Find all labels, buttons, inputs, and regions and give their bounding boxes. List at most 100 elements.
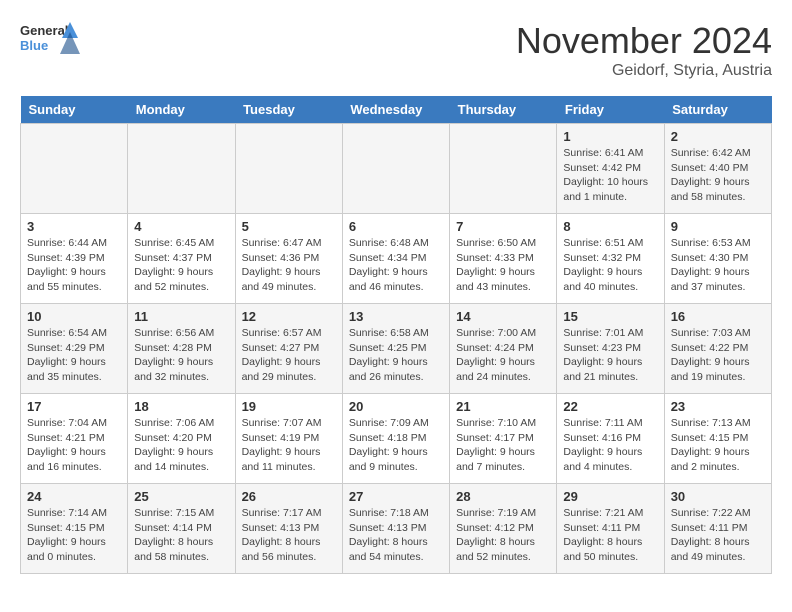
calendar-cell: 24Sunrise: 7:14 AMSunset: 4:15 PMDayligh… bbox=[21, 484, 128, 574]
day-info: Sunrise: 6:42 AMSunset: 4:40 PMDaylight:… bbox=[671, 146, 765, 205]
svg-text:Blue: Blue bbox=[20, 38, 48, 53]
calendar-cell: 13Sunrise: 6:58 AMSunset: 4:25 PMDayligh… bbox=[342, 304, 449, 394]
calendar-cell bbox=[235, 124, 342, 214]
day-info: Sunrise: 7:13 AMSunset: 4:15 PMDaylight:… bbox=[671, 416, 765, 475]
day-number: 3 bbox=[27, 219, 121, 234]
day-number: 15 bbox=[563, 309, 657, 324]
day-number: 5 bbox=[242, 219, 336, 234]
calendar-cell bbox=[342, 124, 449, 214]
day-info: Sunrise: 7:04 AMSunset: 4:21 PMDaylight:… bbox=[27, 416, 121, 475]
day-info: Sunrise: 7:21 AMSunset: 4:11 PMDaylight:… bbox=[563, 506, 657, 565]
day-number: 16 bbox=[671, 309, 765, 324]
day-info: Sunrise: 6:54 AMSunset: 4:29 PMDaylight:… bbox=[27, 326, 121, 385]
day-number: 4 bbox=[134, 219, 228, 234]
day-info: Sunrise: 7:06 AMSunset: 4:20 PMDaylight:… bbox=[134, 416, 228, 475]
day-info: Sunrise: 6:41 AMSunset: 4:42 PMDaylight:… bbox=[563, 146, 657, 205]
calendar-cell bbox=[21, 124, 128, 214]
day-info: Sunrise: 7:18 AMSunset: 4:13 PMDaylight:… bbox=[349, 506, 443, 565]
calendar-cell: 15 Sunrise: 7:01 AMSunset: 4:23 PMDayligh… bbox=[557, 304, 664, 394]
day-number: 27 bbox=[349, 489, 443, 504]
calendar-cell: 11Sunrise: 6:56 AMSunset: 4:28 PMDayligh… bbox=[128, 304, 235, 394]
day-number: 25 bbox=[134, 489, 228, 504]
day-number: 1 bbox=[563, 129, 657, 144]
day-number: 6 bbox=[349, 219, 443, 234]
day-number: 7 bbox=[456, 219, 550, 234]
day-number: 24 bbox=[27, 489, 121, 504]
calendar-cell: 26 Sunrise: 7:17 AMSunset: 4:13 PMDayligh… bbox=[235, 484, 342, 574]
day-number: 14 bbox=[456, 309, 550, 324]
calendar-cell: 5 Sunrise: 6:47 AMSunset: 4:36 PMDaylight… bbox=[235, 214, 342, 304]
day-number: 12 bbox=[242, 309, 336, 324]
location-subtitle: Geidorf, Styria, Austria bbox=[516, 62, 772, 80]
calendar-cell: 16Sunrise: 7:03 AMSunset: 4:22 PMDayligh… bbox=[664, 304, 771, 394]
day-info: Sunrise: 6:47 AMSunset: 4:36 PMDaylight:… bbox=[242, 236, 336, 295]
calendar-cell: 27 Sunrise: 7:18 AMSunset: 4:13 PMDayligh… bbox=[342, 484, 449, 574]
page-header: General Blue November 2024 Geidorf, Styr… bbox=[20, 20, 772, 80]
header-tuesday: Tuesday bbox=[235, 96, 342, 124]
calendar-cell bbox=[128, 124, 235, 214]
calendar-cell: 8 Sunrise: 6:51 AMSunset: 4:32 PMDaylight… bbox=[557, 214, 664, 304]
calendar-cell: 3 Sunrise: 6:44 AMSunset: 4:39 PMDaylight… bbox=[21, 214, 128, 304]
day-info: Sunrise: 6:51 AMSunset: 4:32 PMDaylight:… bbox=[563, 236, 657, 295]
header-wednesday: Wednesday bbox=[342, 96, 449, 124]
calendar-cell: 4 Sunrise: 6:45 AMSunset: 4:37 PMDaylight… bbox=[128, 214, 235, 304]
day-number: 8 bbox=[563, 219, 657, 234]
day-info: Sunrise: 7:17 AMSunset: 4:13 PMDaylight:… bbox=[242, 506, 336, 565]
day-info: Sunrise: 6:53 AMSunset: 4:30 PMDaylight:… bbox=[671, 236, 765, 295]
calendar-cell: 23 Sunrise: 7:13 AMSunset: 4:15 PMDayligh… bbox=[664, 394, 771, 484]
calendar-cell: 21Sunrise: 7:10 AMSunset: 4:17 PMDayligh… bbox=[450, 394, 557, 484]
day-info: Sunrise: 6:58 AMSunset: 4:25 PMDaylight:… bbox=[349, 326, 443, 385]
calendar-cell: 12 Sunrise: 6:57 AMSunset: 4:27 PMDayligh… bbox=[235, 304, 342, 394]
day-info: Sunrise: 6:57 AMSunset: 4:27 PMDaylight:… bbox=[242, 326, 336, 385]
day-info: Sunrise: 6:44 AMSunset: 4:39 PMDaylight:… bbox=[27, 236, 121, 295]
month-title: November 2024 bbox=[516, 20, 772, 62]
calendar-header: Sunday Monday Tuesday Wednesday Thursday… bbox=[21, 96, 772, 124]
calendar-table: Sunday Monday Tuesday Wednesday Thursday… bbox=[20, 96, 772, 574]
calendar-cell: 9 Sunrise: 6:53 AMSunset: 4:30 PMDaylight… bbox=[664, 214, 771, 304]
svg-text:General: General bbox=[20, 23, 68, 38]
day-number: 26 bbox=[242, 489, 336, 504]
calendar-cell: 10 Sunrise: 6:54 AMSunset: 4:29 PMDayligh… bbox=[21, 304, 128, 394]
calendar-cell: 20 Sunrise: 7:09 AMSunset: 4:18 PMDayligh… bbox=[342, 394, 449, 484]
calendar-cell: 30Sunrise: 7:22 AMSunset: 4:11 PMDayligh… bbox=[664, 484, 771, 574]
day-info: Sunrise: 7:22 AMSunset: 4:11 PMDaylight:… bbox=[671, 506, 765, 565]
calendar-cell: 2Sunrise: 6:42 AMSunset: 4:40 PMDaylight… bbox=[664, 124, 771, 214]
day-info: Sunrise: 7:11 AMSunset: 4:16 PMDaylight:… bbox=[563, 416, 657, 475]
day-number: 23 bbox=[671, 399, 765, 414]
day-number: 20 bbox=[349, 399, 443, 414]
day-number: 9 bbox=[671, 219, 765, 234]
header-friday: Friday bbox=[557, 96, 664, 124]
day-info: Sunrise: 6:45 AMSunset: 4:37 PMDaylight:… bbox=[134, 236, 228, 295]
logo-svg: General Blue bbox=[20, 20, 80, 58]
day-info: Sunrise: 6:56 AMSunset: 4:28 PMDaylight:… bbox=[134, 326, 228, 385]
day-info: Sunrise: 7:01 AMSunset: 4:23 PMDaylight:… bbox=[563, 326, 657, 385]
header-monday: Monday bbox=[128, 96, 235, 124]
day-info: Sunrise: 7:19 AMSunset: 4:12 PMDaylight:… bbox=[456, 506, 550, 565]
calendar-cell: 19Sunrise: 7:07 AMSunset: 4:19 PMDayligh… bbox=[235, 394, 342, 484]
day-info: Sunrise: 6:50 AMSunset: 4:33 PMDaylight:… bbox=[456, 236, 550, 295]
day-info: Sunrise: 7:09 AMSunset: 4:18 PMDaylight:… bbox=[349, 416, 443, 475]
header-saturday: Saturday bbox=[664, 96, 771, 124]
calendar-cell: 22 Sunrise: 7:11 AMSunset: 4:16 PMDayligh… bbox=[557, 394, 664, 484]
calendar-cell: 17Sunrise: 7:04 AMSunset: 4:21 PMDayligh… bbox=[21, 394, 128, 484]
day-number: 18 bbox=[134, 399, 228, 414]
calendar-cell: 25Sunrise: 7:15 AMSunset: 4:14 PMDayligh… bbox=[128, 484, 235, 574]
calendar-cell: 14 Sunrise: 7:00 AMSunset: 4:24 PMDayligh… bbox=[450, 304, 557, 394]
day-info: Sunrise: 6:48 AMSunset: 4:34 PMDaylight:… bbox=[349, 236, 443, 295]
day-number: 29 bbox=[563, 489, 657, 504]
day-number: 10 bbox=[27, 309, 121, 324]
day-info: Sunrise: 7:00 AMSunset: 4:24 PMDaylight:… bbox=[456, 326, 550, 385]
calendar-cell: 6 Sunrise: 6:48 AMSunset: 4:34 PMDaylight… bbox=[342, 214, 449, 304]
logo: General Blue bbox=[20, 20, 80, 58]
calendar-cell: 29 Sunrise: 7:21 AMSunset: 4:11 PMDayligh… bbox=[557, 484, 664, 574]
day-info: Sunrise: 7:10 AMSunset: 4:17 PMDaylight:… bbox=[456, 416, 550, 475]
day-number: 22 bbox=[563, 399, 657, 414]
header-sunday: Sunday bbox=[21, 96, 128, 124]
calendar-cell: 7 Sunrise: 6:50 AMSunset: 4:33 PMDaylight… bbox=[450, 214, 557, 304]
calendar-cell: 28 Sunrise: 7:19 AMSunset: 4:12 PMDayligh… bbox=[450, 484, 557, 574]
calendar-body: 1 Sunrise: 6:41 AMSunset: 4:42 PMDaylight… bbox=[21, 124, 772, 574]
calendar-cell: 1 Sunrise: 6:41 AMSunset: 4:42 PMDaylight… bbox=[557, 124, 664, 214]
day-info: Sunrise: 7:07 AMSunset: 4:19 PMDaylight:… bbox=[242, 416, 336, 475]
day-number: 28 bbox=[456, 489, 550, 504]
calendar-cell bbox=[450, 124, 557, 214]
